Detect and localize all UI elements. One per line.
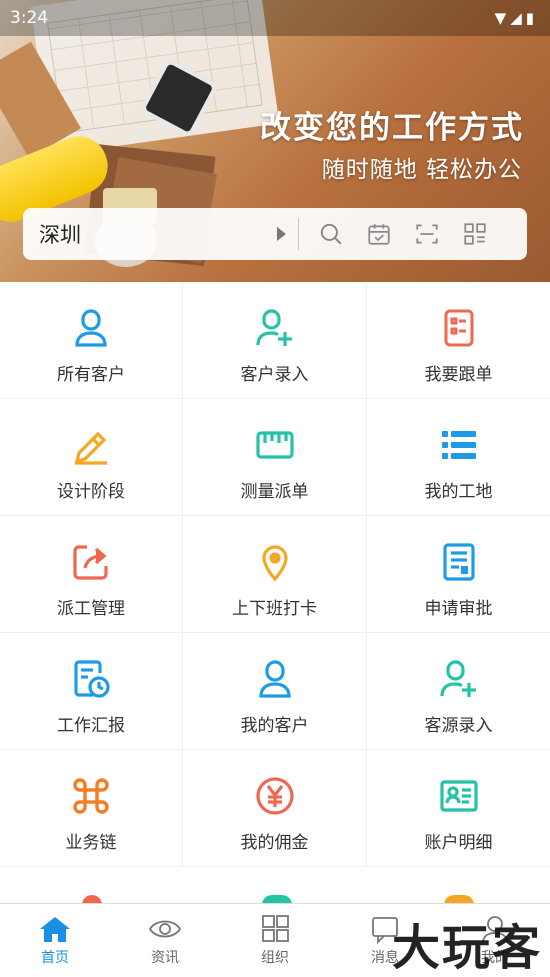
grid-item-label: 我的佣金: [240, 833, 309, 853]
grid-item-label: 客源录入: [424, 716, 493, 736]
location-pin-icon: [253, 540, 297, 584]
grid-item-my-site[interactable]: 我的工地: [367, 399, 550, 516]
grid-item-label: 我的客户: [240, 716, 309, 736]
command-icon: [69, 774, 113, 818]
grid-item-account-details[interactable]: 账户明细: [367, 750, 550, 867]
search-divider: [298, 218, 299, 250]
grid-item-label: 设计阶段: [57, 482, 125, 502]
function-grid: 所有客户 客户录入 我要跟单 设计阶段 测量派单 我的工地 派工管理 上下班打卡…: [0, 282, 550, 867]
banner-headline: 改变您的工作方式: [260, 110, 524, 146]
header-banner: 3:24 ▼◢▮ 改变您的工作方式 随时随地 轻松办公 深圳: [0, 0, 550, 282]
tab-home[interactable]: 首页: [0, 904, 110, 977]
grid-icon: [262, 915, 289, 942]
grid-next-row-partial: [0, 867, 550, 903]
share-icon: [69, 540, 113, 584]
qrcode-icon[interactable]: [451, 214, 499, 254]
list-icon: [437, 423, 481, 467]
grid-item-label: 工作汇报: [57, 716, 125, 736]
person-add-icon: [437, 657, 481, 701]
grid-item-label: 客户录入: [240, 365, 309, 385]
home-icon: [40, 917, 70, 942]
partial-row-icon: [444, 895, 474, 903]
partial-row-icon: [82, 895, 102, 903]
id-card-icon: [437, 774, 481, 818]
tab-label: 资讯: [151, 950, 179, 966]
grid-item-label: 派工管理: [57, 599, 125, 619]
grid-item-label: 业务链: [65, 833, 117, 853]
status-bar: 3:24 ▼◢▮: [0, 0, 550, 36]
grid-item-approval[interactable]: 申请审批: [367, 516, 550, 633]
watermark-logo: 大玩客: [391, 920, 542, 976]
city-selector[interactable]: 深圳: [23, 219, 273, 249]
person-add-icon: [253, 306, 297, 350]
report-clock-icon: [69, 657, 113, 701]
grid-item-label: 申请审批: [424, 599, 493, 619]
person-icon: [69, 306, 113, 350]
document-icon: [437, 540, 481, 584]
checklist-icon: [437, 306, 481, 350]
grid-item-business-chain[interactable]: 业务链: [0, 750, 183, 867]
status-icons: ▼◢▮: [494, 9, 538, 27]
tab-news[interactable]: 资讯: [110, 904, 220, 977]
grid-item-clock-in[interactable]: 上下班打卡: [183, 516, 367, 633]
grid-item-follow-order[interactable]: 我要跟单: [367, 282, 550, 399]
person-icon: [253, 657, 297, 701]
pencil-icon: [69, 423, 113, 467]
status-time: 3:24: [10, 8, 49, 28]
grid-item-all-customers[interactable]: 所有客户: [0, 282, 183, 399]
grid-item-customer-entry[interactable]: 客户录入: [183, 282, 367, 399]
grid-item-design-stage[interactable]: 设计阶段: [0, 399, 183, 516]
grid-item-work-report[interactable]: 工作汇报: [0, 633, 183, 750]
ruler-icon: [253, 423, 297, 467]
grid-item-label: 账户明细: [424, 833, 493, 853]
tab-label: 组织: [261, 950, 289, 966]
search-icon[interactable]: [307, 214, 355, 254]
grid-item-label: 我的工地: [424, 482, 493, 502]
grid-item-label: 所有客户: [57, 365, 125, 385]
grid-item-label: 测量派单: [240, 482, 309, 502]
grid-item-source-entry[interactable]: 客源录入: [367, 633, 550, 750]
tab-organization[interactable]: 组织: [220, 904, 330, 977]
scan-icon[interactable]: [403, 214, 451, 254]
grid-item-label: 上下班打卡: [232, 599, 317, 619]
tab-label: 首页: [41, 950, 69, 966]
yen-coin-icon: [253, 774, 297, 818]
caret-right-icon[interactable]: [277, 227, 286, 241]
eye-icon: [148, 920, 182, 938]
partial-row-icon: [262, 895, 292, 903]
grid-item-my-customers[interactable]: 我的客户: [183, 633, 367, 750]
grid-item-dispatch-management[interactable]: 派工管理: [0, 516, 183, 633]
calendar-check-icon[interactable]: [355, 214, 403, 254]
grid-item-measure-dispatch[interactable]: 测量派单: [183, 399, 367, 516]
search-bar: 深圳: [23, 208, 527, 260]
grid-item-label: 我要跟单: [424, 365, 493, 385]
banner-subline: 随时随地 轻松办公: [321, 157, 522, 183]
grid-item-my-commission[interactable]: 我的佣金: [183, 750, 367, 867]
